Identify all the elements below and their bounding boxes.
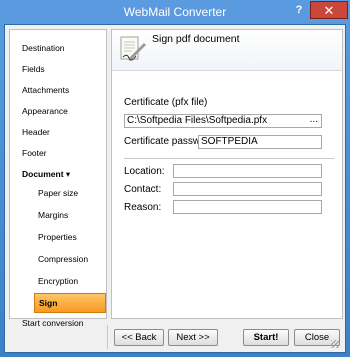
sign-document-icon xyxy=(120,36,146,61)
certificate-password-field[interactable]: SOFTPEDIA xyxy=(198,135,322,149)
button-bar-divider xyxy=(107,325,108,349)
sidebar-item-appearance[interactable]: Appearance xyxy=(22,106,68,116)
sidebar-nav: Destination Fields Attachments Appearanc… xyxy=(9,29,107,328)
sidebar-item-footer[interactable]: Footer xyxy=(22,148,47,158)
sidebar-subitem-compression[interactable]: Compression xyxy=(34,249,106,269)
back-button[interactable]: << Back xyxy=(114,329,164,346)
sidebar-item-document[interactable]: Document ▾ xyxy=(22,169,70,180)
app-window: WebMail Converter ? ✕ Destination Fields… xyxy=(0,0,350,357)
location-field[interactable] xyxy=(173,164,322,178)
button-bar: << Back Next >> Start! Close xyxy=(5,323,345,352)
sidebar-subitem-margins[interactable]: Margins xyxy=(34,205,106,225)
contact-field[interactable] xyxy=(173,182,322,196)
start-button[interactable]: Start! xyxy=(243,329,289,346)
sidebar-subitem-properties[interactable]: Properties xyxy=(34,227,106,247)
certificate-path-field[interactable]: C:\Softpedia Files\Softpedia.pfx ... xyxy=(124,114,322,128)
sidebar-subitem-encryption[interactable]: Encryption xyxy=(34,271,106,291)
location-label: Location: xyxy=(124,166,165,177)
sidebar-item-fields[interactable]: Fields xyxy=(22,64,45,74)
sidebar-item-header[interactable]: Header xyxy=(22,127,50,137)
reason-field[interactable] xyxy=(173,200,322,214)
title-bar[interactable]: WebMail Converter ? ✕ xyxy=(0,0,350,24)
panel-title: Sign pdf document xyxy=(152,33,240,45)
sidebar-item-attachments[interactable]: Attachments xyxy=(22,85,69,95)
help-button[interactable]: ? xyxy=(291,2,307,18)
client-area: Destination Fields Attachments Appearanc… xyxy=(4,24,346,353)
reason-label: Reason: xyxy=(124,202,162,213)
sign-panel: Sign pdf document Certificate (pfx file)… xyxy=(111,29,343,319)
contact-label: Contact: xyxy=(124,184,162,195)
sidebar-subitem-sign[interactable]: Sign xyxy=(34,293,106,313)
sidebar-subitem-paper-size[interactable]: Paper size xyxy=(34,183,106,203)
next-button[interactable]: Next >> xyxy=(168,329,218,346)
sidebar-item-destination[interactable]: Destination xyxy=(22,43,65,53)
divider xyxy=(124,158,334,159)
window-close-button[interactable]: ✕ xyxy=(310,1,348,19)
certificate-label: Certificate (pfx file) xyxy=(124,97,208,108)
resize-grip[interactable] xyxy=(331,340,339,348)
panel-header: Sign pdf document xyxy=(112,30,342,71)
browse-button[interactable]: ... xyxy=(310,115,318,126)
certificate-path-value: C:\Softpedia Files\Softpedia.pfx xyxy=(127,115,268,126)
